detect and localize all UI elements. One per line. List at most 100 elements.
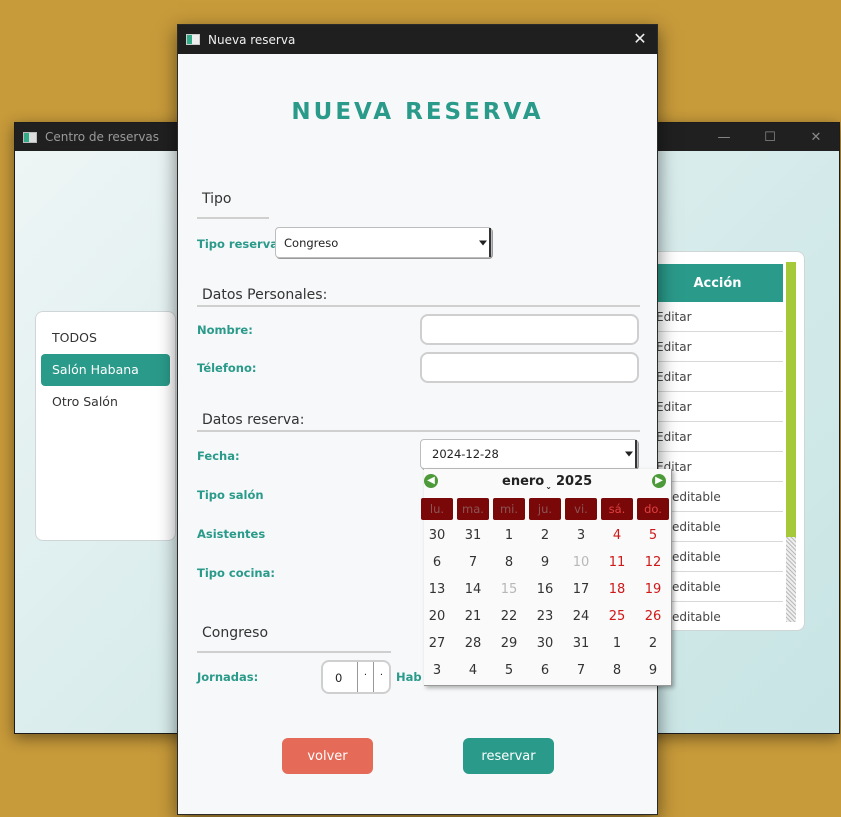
calendar-day[interactable]: 7 <box>455 549 491 576</box>
calendar-day[interactable]: 14 <box>455 576 491 603</box>
calendar-day[interactable]: 23 <box>527 603 563 630</box>
table-scrollbar-thumb[interactable] <box>786 262 796 537</box>
telefono-field[interactable] <box>420 352 639 383</box>
calendar-day[interactable]: 22 <box>491 603 527 630</box>
app-icon <box>23 131 37 143</box>
salon-item-otro-salon[interactable]: Otro Salón <box>41 386 170 418</box>
calendar-day[interactable]: 18 <box>599 576 635 603</box>
calendar-day[interactable]: 19 <box>635 576 671 603</box>
calendar-day[interactable]: 7 <box>563 657 599 684</box>
calendar-day[interactable]: 26 <box>635 603 671 630</box>
nueva-reserva-dialog: Nueva reserva ✕ NUEVA RESERVA Tipo Tipo … <box>177 24 658 815</box>
app-icon <box>186 34 200 45</box>
calendar-day[interactable]: 5 <box>491 657 527 684</box>
label-fecha: Fecha: <box>197 449 240 463</box>
fecha-value: 2024-12-28 <box>432 447 499 461</box>
salon-item-salon-habana[interactable]: Salón Habana <box>41 354 170 386</box>
close-icon[interactable]: ✕ <box>629 28 651 50</box>
calendar-day[interactable]: 13 <box>419 576 455 603</box>
label-jornadas: Jornadas: <box>197 670 259 684</box>
calendar-day[interactable]: 31 <box>563 630 599 657</box>
calendar-day[interactable]: 11 <box>599 549 635 576</box>
table-row[interactable]: Editar <box>652 362 783 392</box>
calendar-day[interactable]: 1 <box>599 630 635 657</box>
calendar-day[interactable]: 30 <box>419 522 455 549</box>
weekday-header: sá. <box>601 498 633 520</box>
chevron-down-icon: ⌄ <box>545 482 552 491</box>
jornadas-increment-button[interactable]: · <box>373 662 389 692</box>
calendar-day[interactable]: 3 <box>419 657 455 684</box>
calendar-day[interactable]: 21 <box>455 603 491 630</box>
calendar-popup: ◀ enero⌄ 2025 ▶ lu. ma. mi. ju. vi. sá. do. 30 3… <box>421 469 672 686</box>
minimize-icon[interactable]: — <box>701 123 747 151</box>
weekday-header: vi. <box>565 498 597 520</box>
label-telefono: Télefono: <box>197 361 257 375</box>
close-icon[interactable]: ✕ <box>793 123 839 151</box>
calendar-day[interactable]: 3 <box>563 522 599 549</box>
calendar-day[interactable]: 25 <box>599 603 635 630</box>
reservations-table: Acción Editar Editar Editar Editar Edita… <box>651 251 805 631</box>
prev-month-icon[interactable]: ◀ <box>424 474 438 488</box>
calendar-day[interactable]: 17 <box>563 576 599 603</box>
calendar-day[interactable]: 5 <box>635 522 671 549</box>
jornadas-stepper[interactable]: 0 · · <box>321 660 391 694</box>
calendar-day[interactable]: 29 <box>491 630 527 657</box>
maximize-icon[interactable]: ☐ <box>747 123 793 151</box>
calendar-day[interactable]: 10 <box>563 549 599 576</box>
calendar-day[interactable]: 4 <box>455 657 491 684</box>
calendar-day[interactable]: 20 <box>419 603 455 630</box>
window-controls: — ☐ ✕ <box>701 123 839 151</box>
table-row[interactable]: Editar <box>652 422 783 452</box>
calendar-day[interactable]: 8 <box>599 657 635 684</box>
calendar-day[interactable]: 28 <box>455 630 491 657</box>
section-title-congreso: Congreso <box>202 625 269 641</box>
calendar-day[interactable]: 2 <box>635 630 671 657</box>
label-tipo-reserva: Tipo reserva: <box>197 237 283 251</box>
calendar-day[interactable]: 16 <box>527 576 563 603</box>
weekday-header: lu. <box>421 498 453 520</box>
salon-item-todos[interactable]: TODOS <box>41 322 170 354</box>
calendar-day[interactable]: 9 <box>635 657 671 684</box>
fecha-date-picker[interactable]: 2024-12-28 <box>420 439 638 469</box>
column-header-accion[interactable]: Acción <box>652 264 783 302</box>
month-select[interactable]: enero⌄ <box>502 474 552 491</box>
section-title-datos-reserva: Datos reserva: <box>202 412 305 428</box>
chevron-down-icon <box>625 451 633 457</box>
label-hab: Hab <box>396 670 422 684</box>
calendar-day[interactable]: 30 <box>527 630 563 657</box>
jornadas-value: 0 <box>335 671 343 685</box>
label-asistentes: Asistentes <box>197 527 266 541</box>
reservar-button[interactable]: reservar <box>463 738 554 774</box>
weekday-header: do. <box>637 498 669 520</box>
year-value[interactable]: 2025 <box>556 474 592 489</box>
section-title-tipo: Tipo <box>202 191 232 207</box>
jornadas-decrement-button[interactable]: · <box>357 662 373 692</box>
calendar-day[interactable]: 2 <box>527 522 563 549</box>
weekday-header: mi. <box>493 498 525 520</box>
calendar-day[interactable]: 1 <box>491 522 527 549</box>
calendar-day[interactable]: 6 <box>527 657 563 684</box>
calendar-day[interactable]: 12 <box>635 549 671 576</box>
next-month-icon[interactable]: ▶ <box>652 474 666 488</box>
month-value: enero <box>502 474 545 489</box>
calendar-day[interactable]: 24 <box>563 603 599 630</box>
page-title: NUEVA RESERVA <box>291 99 544 125</box>
calendar-day[interactable]: 8 <box>491 549 527 576</box>
table-row[interactable]: Editar <box>652 302 783 332</box>
tipo-reserva-select[interactable]: Congreso <box>275 227 492 258</box>
section-underline <box>197 305 640 307</box>
volver-button[interactable]: volver <box>282 738 373 774</box>
weekday-header: ju. <box>529 498 561 520</box>
weekday-header: ma. <box>457 498 489 520</box>
calendar-day[interactable]: 4 <box>599 522 635 549</box>
calendar-day[interactable]: 6 <box>419 549 455 576</box>
section-underline <box>197 430 640 432</box>
calendar-day[interactable]: 27 <box>419 630 455 657</box>
calendar-day[interactable]: 31 <box>455 522 491 549</box>
table-row[interactable]: Editar <box>652 332 783 362</box>
nombre-field[interactable] <box>420 314 639 345</box>
calendar-day[interactable]: 15 <box>491 576 527 603</box>
label-tipo-cocina: Tipo cocina: <box>197 566 275 580</box>
table-row[interactable]: Editar <box>652 392 783 422</box>
calendar-day[interactable]: 9 <box>527 549 563 576</box>
